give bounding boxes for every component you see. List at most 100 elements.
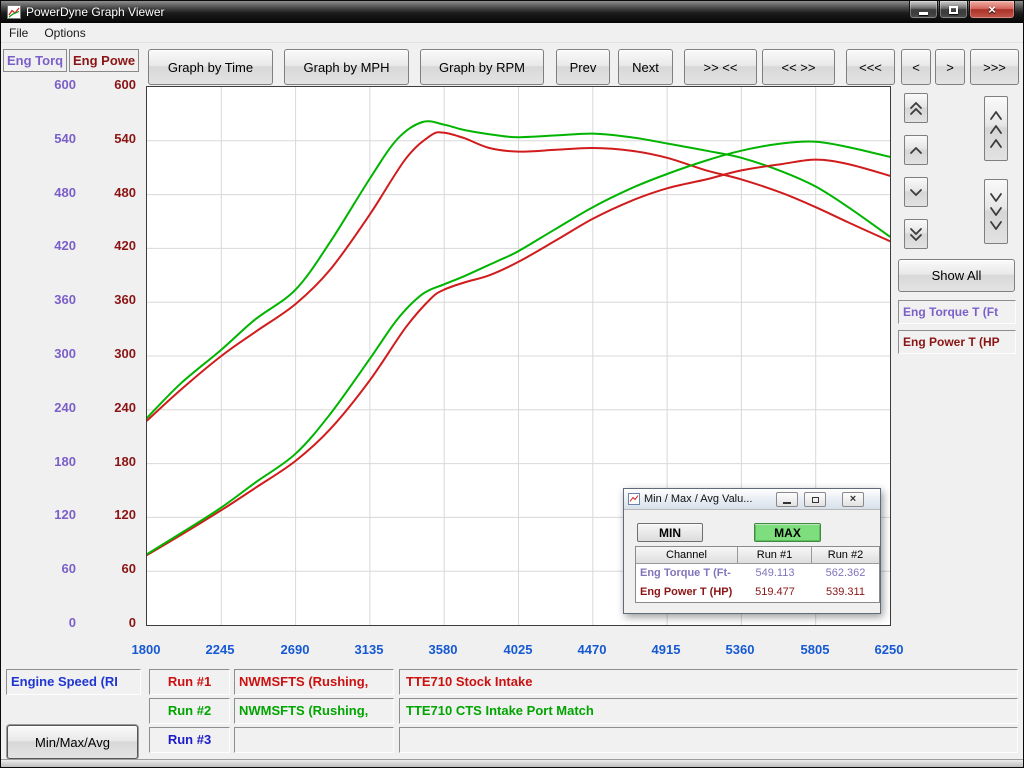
x-tick-label: 3135 [337, 642, 401, 657]
minimize-icon [783, 502, 791, 504]
power-channel-cell: Eng Power T (HP) [636, 583, 738, 602]
scroll-end-button[interactable]: >>> [970, 49, 1019, 85]
torque-run1-max-value: 549.113 [738, 564, 812, 583]
run1-description[interactable]: TTE710 Stock Intake [399, 669, 1018, 695]
run3-description[interactable] [399, 727, 1018, 753]
scroll-right-button[interactable]: > [935, 49, 965, 85]
close-icon: × [850, 494, 856, 505]
restore-icon [812, 497, 819, 503]
pan-up-button[interactable] [904, 135, 928, 165]
x-tick-label: 4470 [560, 642, 624, 657]
app-icon [7, 5, 21, 19]
minimize-icon [919, 12, 928, 15]
run1-file[interactable]: NWMSFTS (Rushing, [234, 669, 394, 695]
y-channel-tab-power[interactable]: Eng Powe [69, 49, 139, 72]
minmax-avg-button[interactable]: Min/Max/Avg [7, 725, 138, 759]
menu-file[interactable]: File [1, 23, 36, 42]
triple-chevron-down-icon [988, 190, 1004, 234]
minmax-table: Channel Run #1 Run #2 Eng Torque T (Ft- … [635, 546, 880, 603]
double-chevron-down-icon [908, 226, 924, 242]
scale-expand-button[interactable] [984, 96, 1008, 161]
y-tick-label: 60 [89, 561, 136, 577]
torque-run2-max-value: 562.362 [812, 564, 879, 583]
chevron-down-icon [908, 184, 924, 200]
minmax-window-title: Min / Max / Avg Valu... [644, 493, 752, 505]
minmax-window-titlebar[interactable]: Min / Max / Avg Valu... × [624, 489, 880, 510]
y-tick-label: 240 [26, 400, 76, 416]
y-tick-label: 0 [26, 615, 76, 631]
y-tick-label: 360 [89, 292, 136, 308]
window-controls: × [909, 1, 1015, 19]
graph-by-time-button[interactable]: Graph by Time [148, 49, 273, 85]
chevron-up-icon [908, 142, 924, 158]
menu-options[interactable]: Options [36, 23, 93, 42]
x-tick-label: 4915 [634, 642, 698, 657]
y-tick-label: 300 [26, 346, 76, 362]
minimize-button[interactable] [909, 1, 938, 19]
run2-label[interactable]: Run #2 [149, 698, 230, 724]
double-chevron-up-icon [908, 100, 924, 116]
maximize-button[interactable] [939, 1, 968, 19]
column-header-run1[interactable]: Run #1 [738, 547, 812, 564]
pan-down-button[interactable] [904, 177, 928, 207]
max-toggle-button[interactable]: MAX [754, 523, 821, 542]
minmax-window: Min / Max / Avg Valu... × MIN MAX Channe… [623, 488, 881, 614]
y-tick-label: 240 [89, 400, 136, 416]
y-tick-label: 600 [89, 77, 136, 93]
close-button[interactable]: × [969, 1, 1015, 19]
torque-channel-cell: Eng Torque T (Ft- [636, 564, 738, 583]
x-tick-label: 5360 [708, 642, 772, 657]
run1-label[interactable]: Run #1 [149, 669, 230, 695]
y-tick-label: 120 [89, 507, 136, 523]
minmax-close-button[interactable]: × [842, 492, 864, 507]
pan-down-fast-button[interactable] [904, 219, 928, 249]
y-tick-label: 600 [26, 77, 76, 93]
x-tick-label: 1800 [114, 642, 178, 657]
graph-by-rpm-button[interactable]: Graph by RPM [420, 49, 544, 85]
graph-by-mph-button[interactable]: Graph by MPH [284, 49, 409, 85]
next-button[interactable]: Next [618, 49, 673, 85]
minmax-window-icon [628, 493, 640, 505]
y-tick-label: 420 [89, 238, 136, 254]
y-tick-label: 480 [26, 185, 76, 201]
window-resize-edge[interactable] [1, 759, 1023, 767]
run2-file[interactable]: NWMSFTS (Rushing, [234, 698, 394, 724]
zoom-in-button[interactable]: >> << [684, 49, 757, 85]
y-tick-label: 540 [89, 131, 136, 147]
menu-bar: File Options [1, 23, 1023, 43]
y-channel-tab-torque[interactable]: Eng Torq [3, 49, 67, 72]
power-run1-max-value: 519.477 [738, 583, 812, 602]
x-channel-box[interactable]: Engine Speed (RI [6, 669, 141, 695]
minmax-minimize-button[interactable] [776, 492, 798, 507]
y-tick-label: 360 [26, 292, 76, 308]
run2-description[interactable]: TTE710 CTS Intake Port Match [399, 698, 1018, 724]
x-tick-label: 4025 [486, 642, 550, 657]
x-tick-label: 3580 [411, 642, 475, 657]
column-header-channel[interactable]: Channel [636, 547, 738, 564]
x-tick-label: 2245 [188, 642, 252, 657]
y-tick-label: 60 [26, 561, 76, 577]
x-tick-label: 6250 [857, 642, 921, 657]
pan-up-fast-button[interactable] [904, 93, 928, 123]
scale-shrink-button[interactable] [984, 179, 1008, 244]
minmax-restore-button[interactable] [804, 492, 826, 507]
app-window: PowerDyne Graph Viewer × File Options En… [0, 0, 1024, 768]
window-title: PowerDyne Graph Viewer [26, 5, 165, 19]
min-toggle-button[interactable]: MIN [637, 523, 703, 542]
column-header-run2[interactable]: Run #2 [812, 547, 879, 564]
run3-label[interactable]: Run #3 [149, 727, 230, 753]
zoom-out-button[interactable]: << >> [762, 49, 835, 85]
show-all-button[interactable]: Show All [898, 259, 1015, 292]
legend-torque-channel[interactable]: Eng Torque T (Ft [898, 300, 1016, 324]
scroll-home-button[interactable]: <<< [846, 49, 895, 85]
legend-power-channel[interactable]: Eng Power T (HP [898, 330, 1016, 354]
power-run2-max-value: 539.311 [812, 583, 879, 602]
y-tick-label: 0 [89, 615, 136, 631]
scroll-left-button[interactable]: < [901, 49, 931, 85]
x-tick-label: 2690 [263, 642, 327, 657]
prev-button[interactable]: Prev [556, 49, 610, 85]
run3-file[interactable] [234, 727, 394, 753]
y-tick-label: 540 [26, 131, 76, 147]
y-tick-label: 120 [26, 507, 76, 523]
y-tick-label: 180 [89, 454, 136, 470]
